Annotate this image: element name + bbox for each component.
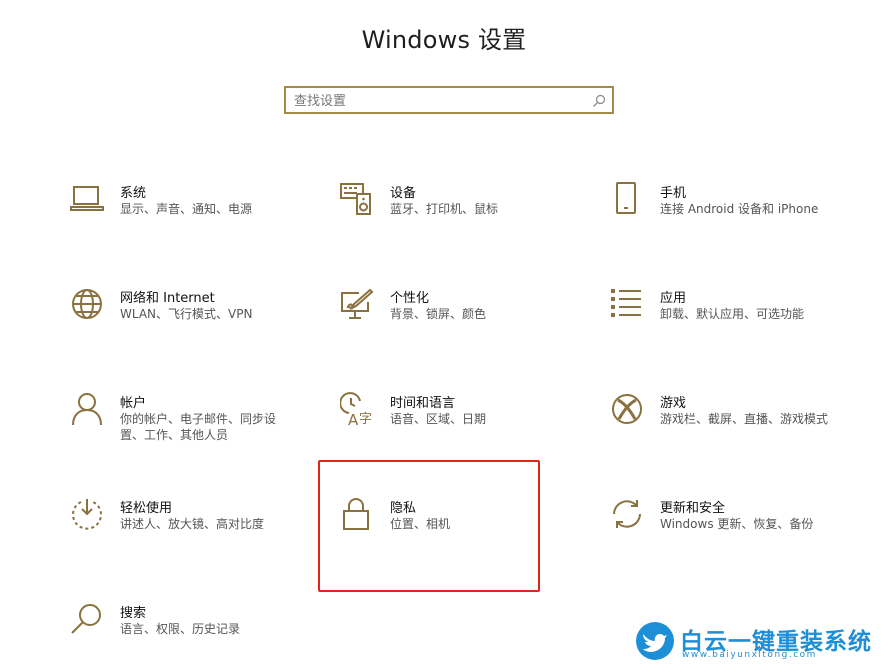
tile-apps[interactable]: 应用 卸载、默认应用、可选功能 — [610, 287, 830, 357]
tile-title: 游戏 — [660, 396, 687, 411]
tile-accounts[interactable]: 帐户 你的帐户、电子邮件、同步设置、工作、其他人员 — [70, 392, 290, 462]
search-input[interactable] — [294, 91, 584, 111]
tile-ease-of-access[interactable]: 轻松使用 讲述人、放大镜、高对比度 — [70, 497, 290, 567]
globe-icon — [70, 287, 104, 321]
person-icon — [70, 392, 104, 426]
search-icon[interactable] — [592, 94, 606, 108]
watermark-url: www.baiyunxitong.com — [682, 650, 817, 660]
paint-brush-icon — [340, 287, 374, 321]
xbox-icon — [610, 392, 644, 426]
tile-subtitle: 蓝牙、打印机、鼠标 — [390, 202, 499, 216]
tile-network[interactable]: 网络和 Internet WLAN、飞行模式、VPN — [70, 287, 290, 357]
tile-system[interactable]: 系统 显示、声音、通知、电源 — [70, 182, 290, 252]
svg-text:A: A — [348, 411, 359, 426]
tile-personalization[interactable]: 个性化 背景、锁屏、颜色 — [340, 287, 560, 357]
tile-title: 时间和语言 — [390, 396, 456, 411]
tile-title: 帐户 — [120, 396, 147, 411]
tile-subtitle: 显示、声音、通知、电源 — [120, 202, 253, 216]
tile-title: 个性化 — [390, 291, 430, 306]
tile-subtitle: WLAN、飞行模式、VPN — [120, 307, 253, 321]
tile-title: 更新和安全 — [660, 501, 726, 516]
tile-search[interactable]: 搜索 语言、权限、历史记录 — [70, 602, 290, 672]
page-title: Windows 设置 — [361, 26, 527, 54]
tile-subtitle: 语言、权限、历史记录 — [120, 622, 241, 636]
tile-title: 轻松使用 — [120, 501, 173, 516]
search-box[interactable] — [284, 86, 614, 114]
watermark-logo: 白云一键重装系统 www.baiyunxitong.com — [636, 622, 884, 662]
tile-title: 手机 — [660, 186, 687, 201]
highlight-box — [318, 460, 540, 592]
tile-subtitle: Windows 更新、恢复、备份 — [660, 517, 814, 531]
tile-subtitle: 你的帐户、电子邮件、同步设置、工作、其他人员 — [120, 412, 277, 442]
tile-subtitle: 连接 Android 设备和 iPhone — [660, 202, 819, 216]
search-icon — [70, 602, 104, 636]
tile-gaming[interactable]: 游戏 游戏栏、截屏、直播、游戏模式 — [610, 392, 830, 462]
tile-phone[interactable]: 手机 连接 Android 设备和 iPhone — [610, 182, 830, 252]
tile-title: 网络和 Internet — [120, 291, 215, 306]
tile-time-language[interactable]: A字 时间和语言 语音、区域、日期 — [339, 392, 560, 462]
laptop-icon — [70, 182, 104, 216]
tile-subtitle: 背景、锁屏、颜色 — [390, 307, 487, 321]
time-language-icon: A字 — [339, 392, 374, 429]
tile-subtitle: 语音、区域、日期 — [390, 412, 487, 426]
keyboard-speaker-icon — [340, 182, 374, 216]
phone-icon — [610, 182, 644, 216]
tile-subtitle: 游戏栏、截屏、直播、游戏模式 — [660, 412, 829, 426]
svg-text:字: 字 — [359, 412, 372, 426]
tile-subtitle: 卸载、默认应用、可选功能 — [660, 307, 805, 321]
tile-title: 搜索 — [120, 606, 147, 621]
bird-logo-icon — [636, 622, 674, 660]
apps-list-icon — [610, 287, 644, 321]
ease-of-access-icon — [70, 497, 104, 531]
sync-icon — [610, 497, 644, 531]
tile-title: 设备 — [390, 186, 417, 201]
tile-devices[interactable]: 设备 蓝牙、打印机、鼠标 — [340, 182, 560, 252]
tile-title: 应用 — [660, 291, 687, 306]
tile-subtitle: 讲述人、放大镜、高对比度 — [120, 517, 265, 531]
tile-title: 系统 — [120, 186, 147, 201]
tile-update-security[interactable]: 更新和安全 Windows 更新、恢复、备份 — [610, 497, 830, 567]
